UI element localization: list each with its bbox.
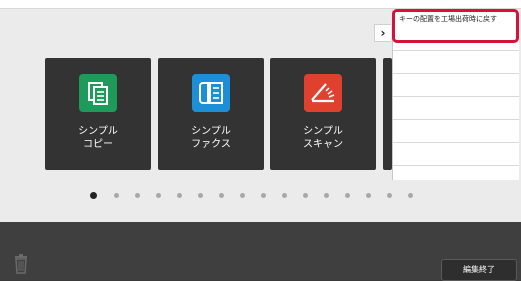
- page-dot[interactable]: [366, 193, 371, 198]
- page-dot[interactable]: [177, 193, 182, 198]
- tile-simple-fax[interactable]: シンプル ファクス: [158, 58, 264, 170]
- tile-label: シンプル ファクス: [158, 125, 264, 151]
- panel-divider: [393, 142, 519, 143]
- home-area: シンプル コピー シンプル ファクス シンプル スキャン › キーの配置を工場出…: [0, 0, 521, 222]
- page-dot[interactable]: [408, 193, 413, 198]
- panel-divider: [393, 50, 519, 51]
- page-dot-active[interactable]: [90, 192, 97, 199]
- page-dot[interactable]: [114, 193, 119, 198]
- fax-icon: [192, 74, 230, 112]
- page-dot[interactable]: [303, 193, 308, 198]
- tile-simple-scan[interactable]: シンプル スキャン: [270, 58, 376, 170]
- page-dot[interactable]: [156, 193, 161, 198]
- home-screen-editor: シンプル コピー シンプル ファクス シンプル スキャン › キーの配置を工場出…: [0, 0, 521, 281]
- collapse-panel-button[interactable]: ›: [374, 24, 391, 42]
- page-dot[interactable]: [219, 193, 224, 198]
- tile-label-line2: スキャン: [303, 139, 343, 150]
- panel-divider: [393, 165, 519, 166]
- page-dot[interactable]: [282, 193, 287, 198]
- page-dot[interactable]: [261, 193, 266, 198]
- page-dot[interactable]: [387, 193, 392, 198]
- top-strip: [0, 0, 521, 9]
- tile-label-line1: シンプル: [303, 126, 343, 137]
- panel-divider: [393, 73, 519, 74]
- reset-key-layout-item[interactable]: キーの配置を工場出荷時に戻す: [392, 9, 519, 43]
- tile-simple-copy[interactable]: シンプル コピー: [45, 58, 151, 170]
- finish-edit-button[interactable]: 編集終了: [441, 259, 517, 281]
- chevron-right-icon: ›: [380, 26, 386, 40]
- page-dot[interactable]: [240, 193, 245, 198]
- tile-label-line2: コピー: [83, 139, 113, 150]
- tile-partial[interactable]: [383, 58, 392, 170]
- page-dot[interactable]: [135, 193, 140, 198]
- tile-label-line1: シンプル: [191, 126, 231, 137]
- panel-divider: [393, 119, 519, 120]
- tile-label-line2: ファクス: [191, 139, 231, 150]
- tile-label: シンプル コピー: [45, 125, 151, 151]
- tile-label: シンプル スキャン: [270, 125, 376, 151]
- reset-key-layout-label: キーの配置を工場出荷時に戻す: [399, 15, 497, 23]
- page-dot[interactable]: [324, 193, 329, 198]
- tile-label-line1: シンプル: [78, 126, 118, 137]
- page-dot[interactable]: [345, 193, 350, 198]
- trash-icon[interactable]: [12, 254, 30, 274]
- panel-divider: [393, 96, 519, 97]
- page-dot[interactable]: [198, 193, 203, 198]
- copy-icon: [79, 74, 117, 112]
- scan-icon: [304, 74, 342, 112]
